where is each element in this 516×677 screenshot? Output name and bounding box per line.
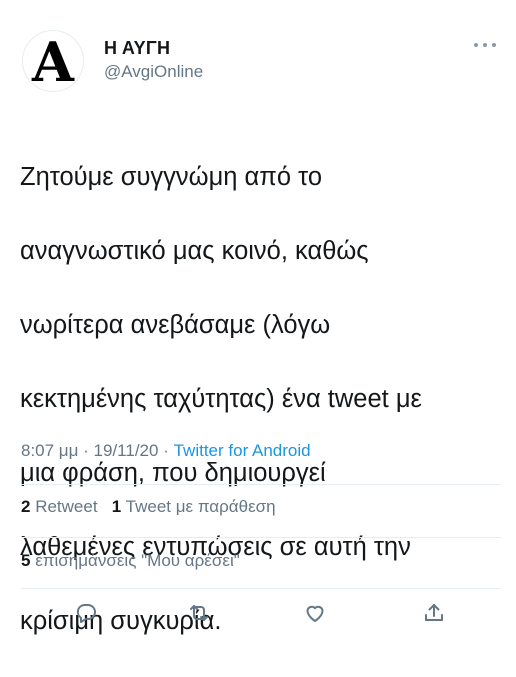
tweet-meta: 8:07 μμ · 19/11/20 · Twitter for Android — [21, 441, 311, 461]
meta-separator: · — [83, 441, 89, 460]
avatar[interactable]: A — [22, 30, 84, 92]
share-icon — [425, 604, 443, 621]
display-name[interactable]: Η ΑΥΓΗ — [104, 38, 170, 59]
retweet-icon — [190, 605, 208, 621]
avatar-logo-letter: A — [32, 30, 74, 94]
tweet-date[interactable]: 19/11/20 — [94, 441, 159, 460]
share-button[interactable] — [419, 598, 449, 628]
tweet-time[interactable]: 8:07 μμ — [21, 441, 78, 460]
retweets-label: Retweet — [35, 497, 98, 516]
retweets-stat[interactable]: 2 Retweet — [21, 497, 98, 516]
likes-label: επισημάνσεις "Μου αρέσει" — [35, 551, 240, 570]
retweets-count: 2 — [21, 497, 31, 516]
meta-separator: · — [163, 441, 169, 460]
quotes-count: 1 — [111, 497, 122, 516]
quotes-label: Tweet με παράθεση — [125, 497, 276, 516]
tweet-text: Ζητούμε συγγνώμη από το αναγνωστικό μας … — [20, 122, 500, 677]
tweet-text-line: αναγνωστικό μας κοινό, καθώς — [20, 237, 369, 265]
user-handle[interactable]: @AvgiOnline — [104, 62, 203, 82]
divider — [21, 484, 501, 485]
tweet-source-link[interactable]: Twitter for Android — [174, 441, 311, 460]
like-stats[interactable]: 5 επισημάνσεις "Μου αρέσει" — [21, 551, 240, 571]
retweet-stats: 2 Retweet 1 Tweet με παράθεση — [21, 497, 276, 517]
heart-icon — [306, 605, 324, 622]
tweet-text-line: νωρίτερα ανεβάσαμε (λόγω — [20, 311, 331, 339]
more-options-icon[interactable] — [474, 40, 496, 50]
tweet-text-line: κεκτημένης ταχύτητας) ένα tweet με — [20, 385, 422, 413]
quotes-stat[interactable]: 1 Tweet με παράθεση — [112, 497, 276, 516]
retweet-button[interactable] — [184, 598, 214, 628]
tweet-card: A Η ΑΥΓΗ @AvgiOnline Ζητούμε συγγνώμη απ… — [0, 0, 516, 635]
tweet-text-line: Ζητούμε συγγνώμη από το — [20, 163, 323, 191]
action-bar — [0, 598, 516, 628]
divider — [21, 537, 501, 538]
reply-icon — [76, 604, 96, 623]
like-button[interactable] — [300, 598, 330, 628]
likes-count: 5 — [21, 551, 31, 570]
reply-button[interactable] — [71, 598, 101, 628]
divider — [21, 588, 501, 589]
